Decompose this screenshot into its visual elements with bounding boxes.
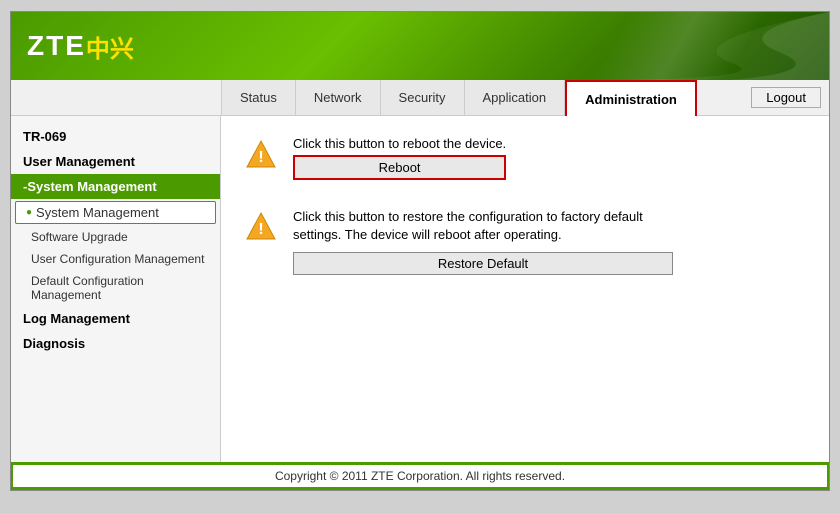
nav-application[interactable]: Application	[465, 80, 566, 115]
reboot-action: Click this button to reboot the device. …	[293, 136, 506, 180]
svg-text:!: !	[258, 221, 263, 238]
content-area: ! Click this button to reboot the device…	[221, 116, 829, 462]
sidebar-item-log-mgmt[interactable]: Log Management	[11, 306, 220, 331]
warning-icon-reboot: !	[245, 138, 277, 170]
sidebar-item-tr069[interactable]: TR-069	[11, 124, 220, 149]
restore-action: Click this button to restore the configu…	[293, 208, 673, 275]
reboot-button[interactable]: Reboot	[293, 155, 506, 180]
main-area: TR-069 User Management -System Managemen…	[11, 116, 829, 462]
logo-chinese: 中兴	[86, 29, 134, 64]
copyright-text: Copyright © 2011 ZTE Corporation. All ri…	[275, 469, 565, 483]
warning-icon-restore: !	[245, 210, 277, 242]
nav-network[interactable]: Network	[296, 80, 381, 115]
sidebar-item-sys-mgmt-header[interactable]: -System Management	[11, 174, 220, 199]
restore-default-button[interactable]: Restore Default	[293, 252, 673, 275]
restore-text: Click this button to restore the configu…	[293, 208, 673, 244]
reboot-text: Click this button to reboot the device.	[293, 136, 506, 151]
svg-text:!: !	[258, 149, 263, 166]
logout-button[interactable]: Logout	[751, 87, 821, 108]
sidebar-item-user-mgmt[interactable]: User Management	[11, 149, 220, 174]
sidebar-item-software-upgrade[interactable]: Software Upgrade	[11, 226, 220, 248]
footer: Copyright © 2011 ZTE Corporation. All ri…	[11, 462, 829, 490]
sidebar-item-system-management[interactable]: System Management	[15, 201, 216, 224]
reboot-row: ! Click this button to reboot the device…	[245, 136, 805, 180]
sidebar-item-default-config[interactable]: Default Configuration Management	[11, 270, 220, 306]
navbar: Status Network Security Application Admi…	[11, 80, 829, 116]
footer-inner: Copyright © 2011 ZTE Corporation. All ri…	[13, 465, 827, 487]
header: ZTE 中兴	[11, 12, 829, 80]
logo-zte: ZTE	[27, 30, 86, 62]
sidebar-item-diagnosis[interactable]: Diagnosis	[11, 331, 220, 356]
restore-row: ! Click this button to restore the confi…	[245, 208, 805, 275]
sidebar-item-user-config[interactable]: User Configuration Management	[11, 248, 220, 270]
nav-status[interactable]: Status	[221, 80, 296, 115]
sidebar: TR-069 User Management -System Managemen…	[11, 116, 221, 462]
nav-security[interactable]: Security	[381, 80, 465, 115]
nav-administration[interactable]: Administration	[565, 80, 697, 116]
